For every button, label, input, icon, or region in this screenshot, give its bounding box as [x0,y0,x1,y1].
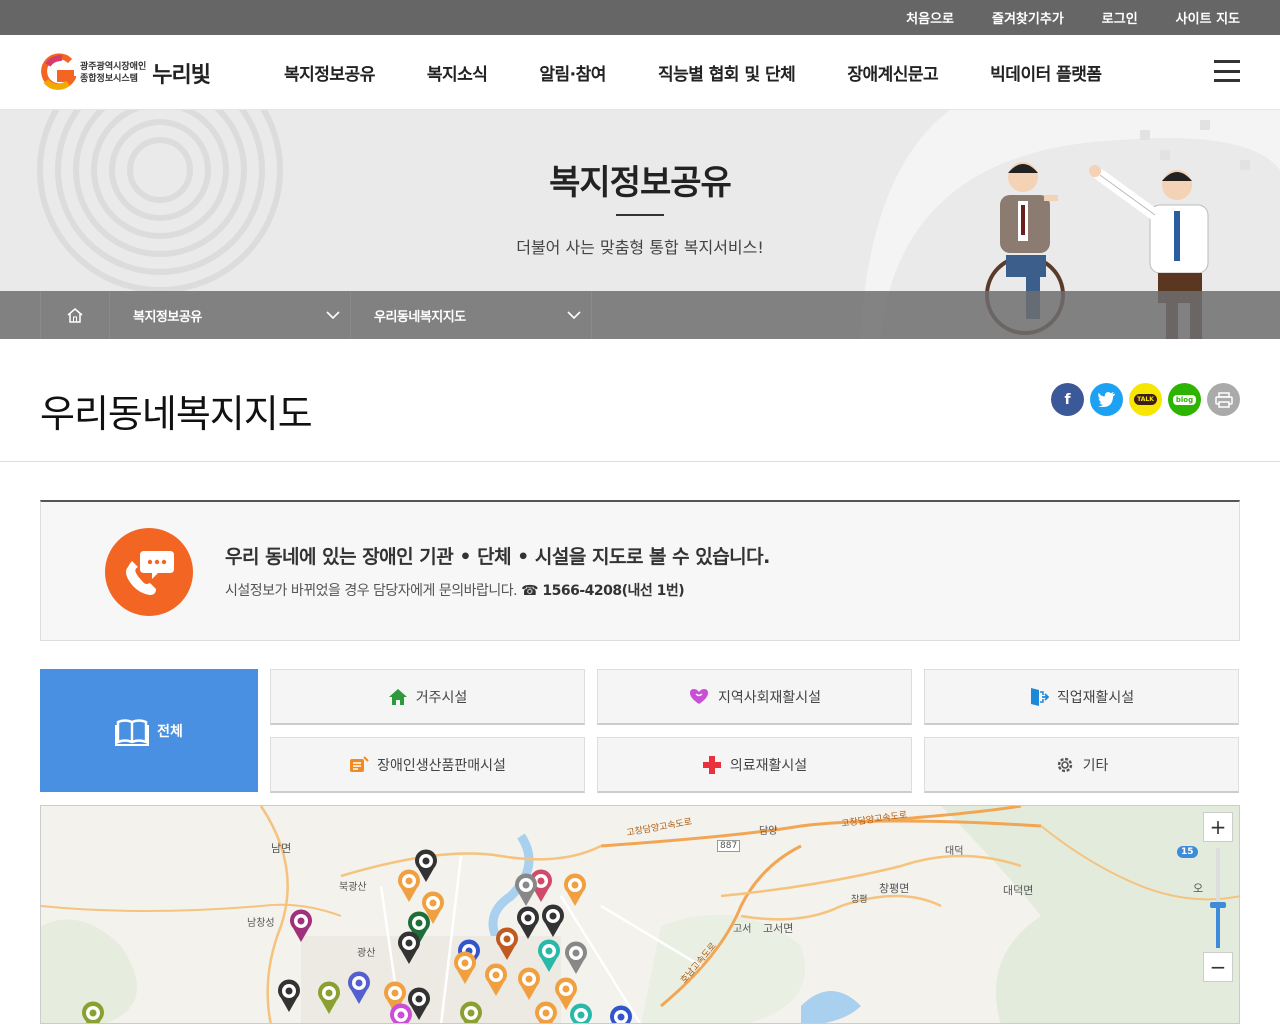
share-buttons: f TALK blog [1045,383,1240,416]
category-all-label: 전체 [157,723,183,740]
map-label: 창평 [851,895,868,905]
category-community-rehab-tab[interactable]: 지역사회재활시설 [597,669,912,725]
nav-associations[interactable]: 직능별 협회 및 단체 [658,60,796,85]
zoom-out-button[interactable]: − [1203,952,1233,982]
map-label: 창평면 [879,882,910,895]
page-title: 우리동네복지지도 [40,392,313,436]
category-vocational-rehab-label: 직업재활시설 [1056,689,1135,706]
map-base [41,806,1239,1023]
category-all-tab[interactable]: 전체 [40,669,258,792]
open-book-icon [115,718,150,746]
kakaotalk-label: TALK [1134,394,1157,405]
nav-notice[interactable]: 알림·참여 [539,60,606,85]
bookmark-link[interactable]: 즐겨찾기추가 [992,8,1064,27]
nav-welfare-news[interactable]: 복지소식 [427,60,488,85]
nav-complaints[interactable]: 장애계신문고 [847,60,938,85]
chevron-down-icon [326,311,340,319]
map-label: 887 [717,840,741,852]
blog-label: blog [1172,394,1197,405]
info-sub-text: 시설정보가 바뀌었을 경우 담당자에게 문의바랍니다. ☎ 1566-4208(… [225,580,685,600]
print-icon[interactable] [1207,383,1240,416]
map-label: 광산 [357,948,376,959]
info-phone: ☎ 1566-4208(내선 1번) [521,583,685,599]
logo[interactable]: 광주광역시장애인 종합정보시스템 누리빛 [40,53,211,93]
map-label: 오 [1193,882,1204,895]
location-depth2-select[interactable]: 우리동네복지지도 [351,291,592,339]
house-icon [388,688,408,706]
page-title-area: 우리동네복지지도 f TALK blog [0,339,1280,462]
category-product-sales-label: 장애인생산품판매시설 [377,757,506,774]
logo-sub-line1: 광주광역시장애인 [80,62,147,72]
category-medical-rehab-tab[interactable]: 의료재활시설 [597,737,912,793]
map-label: 남면 [271,842,292,855]
utility-bar: 처음으로 즐겨찾기추가 로그인 사이트 지도 [0,0,1280,35]
map-label: 고서면 [763,922,794,935]
nav-bigdata[interactable]: 빅데이터 플랫폼 [990,60,1102,85]
logo-mark-icon [41,53,76,90]
location-depth1-select[interactable]: 복지정보공유 [110,291,351,339]
nav-welfare-info[interactable]: 복지정보공유 [284,60,375,85]
zoom-control: + 15 − [1177,812,1233,982]
medical-cross-icon [702,755,722,775]
door-exit-icon [1029,687,1049,707]
info-box: 우리 동네에 있는 장애인 기관 • 단체 • 시설을 지도로 볼 수 있습니다… [40,500,1240,641]
map-label: 북광산 [339,882,367,893]
zoom-in-button[interactable]: + [1203,812,1233,842]
location-bar: 복지정보공유 우리동네복지지도 [0,291,1280,339]
category-vocational-rehab-tab[interactable]: 직업재활시설 [924,669,1239,725]
map-label: 대덕 [945,846,964,857]
facebook-icon[interactable]: f [1051,383,1084,416]
heart-hand-icon [688,688,710,706]
category-residential-tab[interactable]: 거주시설 [270,669,585,725]
welfare-map[interactable]: 남면 북광산 남창성 광산 담양 고창담양고속도로 고창담양고속도로 대덕 창평… [40,805,1240,1024]
location-depth2-label: 우리동네복지지도 [374,309,466,325]
home-icon[interactable] [40,291,110,339]
phone-chat-icon [105,528,193,616]
map-label: 대덕면 [1003,884,1034,897]
location-depth1-label: 복지정보공유 [133,309,202,325]
zoom-level-badge: 15 [1177,846,1198,858]
chevron-down-icon [567,311,581,319]
hamburger-menu-icon[interactable] [1214,60,1240,82]
header: 광주광역시장애인 종합정보시스템 누리빛 복지정보공유 복지소식 알림·참여 직… [0,35,1280,110]
logo-subtitle: 광주광역시장애인 종합정보시스템 [80,61,146,85]
login-link[interactable]: 로그인 [1102,8,1138,27]
info-main-text: 우리 동네에 있는 장애인 기관 • 단체 • 시설을 지도로 볼 수 있습니다… [225,546,770,568]
kakaotalk-icon[interactable]: TALK [1129,383,1162,416]
map-label: 고서 [733,924,752,935]
cart-tag-icon [349,755,369,775]
blog-icon[interactable]: blog [1168,383,1201,416]
map-label: 남창성 [247,918,275,929]
zoom-slider[interactable]: 15 [1177,842,1233,952]
main-nav: 복지정보공유 복지소식 알림·참여 직능별 협회 및 단체 장애계신문고 빅데이… [258,35,1128,110]
logo-sub-line2: 종합정보시스템 [80,74,138,84]
twitter-icon[interactable] [1090,383,1123,416]
category-medical-rehab-label: 의료재활시설 [729,757,808,774]
sitemap-link[interactable]: 사이트 지도 [1176,8,1240,27]
gear-icon [1055,755,1075,775]
info-sub-prefix: 시설정보가 바뀌었을 경우 담당자에게 문의바랍니다. [225,583,518,599]
map-label: 담양 [759,826,778,837]
home-link[interactable]: 처음으로 [906,8,954,27]
category-product-sales-tab[interactable]: 장애인생산품판매시설 [270,737,585,793]
category-etc-label: 기타 [1082,757,1109,774]
zoom-slider-handle[interactable] [1210,902,1226,908]
category-etc-tab[interactable]: 기타 [924,737,1239,793]
logo-name: 누리빛 [152,63,211,88]
visual-banner: 복지정보공유 더불어 사는 맞춤형 통합 복지서비스! 복지정보공유 우리동네복… [0,110,1280,339]
category-community-rehab-label: 지역사회재활시설 [717,689,822,706]
category-residential-label: 거주시설 [415,689,468,706]
banner-divider [616,214,664,216]
